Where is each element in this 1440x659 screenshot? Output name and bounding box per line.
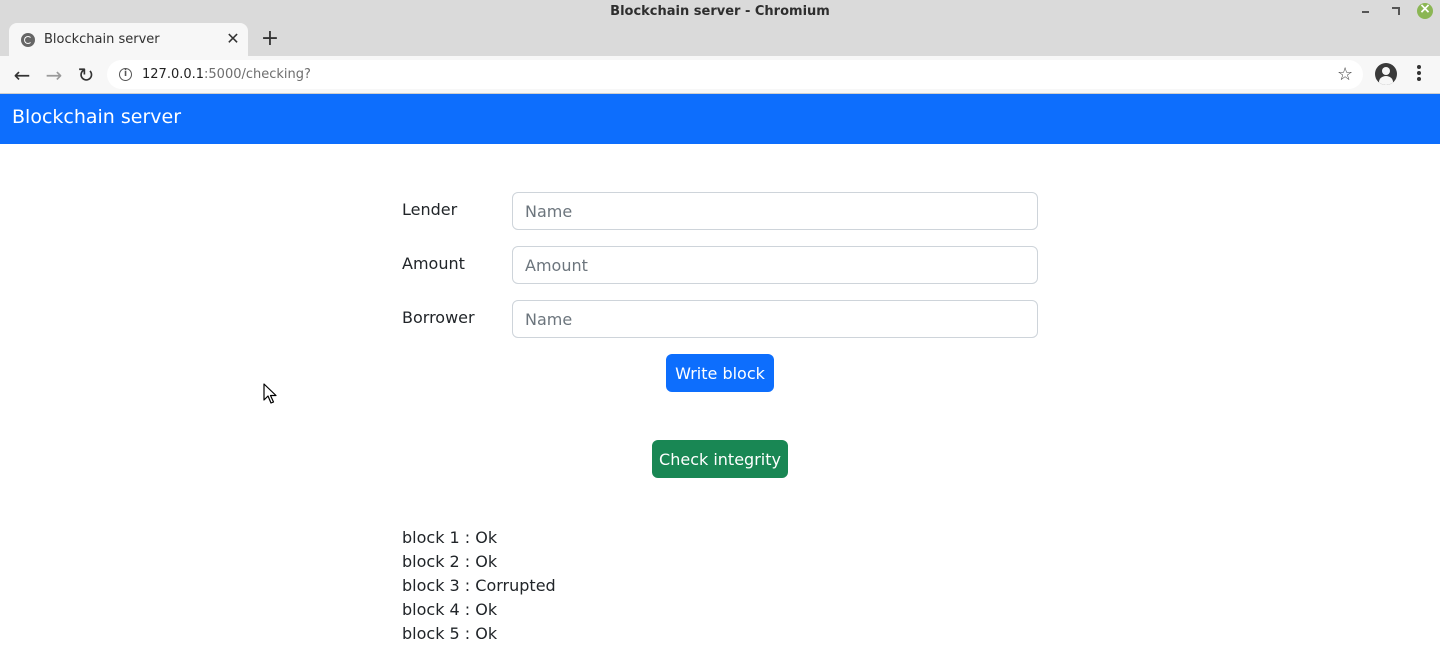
window-titlebar: Blockchain server - Chromium: [0, 0, 1440, 22]
bookmark-star-icon[interactable]: ☆: [1337, 64, 1353, 85]
result-line: block 2 : Ok: [402, 552, 498, 571]
amount-label: Amount: [402, 254, 465, 273]
amount-input[interactable]: [512, 246, 1038, 284]
back-arrow-icon[interactable]: ←: [9, 62, 35, 88]
borrower-label: Borrower: [402, 308, 475, 327]
result-line: block 5 : Ok: [402, 624, 498, 643]
url-path: :5000/checking?: [204, 67, 311, 82]
tab-strip: Blockchain server ✕ +: [0, 22, 1440, 56]
forward-arrow-icon[interactable]: →: [41, 62, 67, 88]
site-info-icon[interactable]: i: [119, 68, 132, 81]
mouse-pointer-icon: [263, 383, 277, 404]
reload-icon[interactable]: ↻: [73, 62, 99, 88]
lender-label: Lender: [402, 200, 458, 219]
browser-toolbar: ← → ↻ i 127.0.0.1:5000/checking? ☆: [0, 56, 1440, 94]
globe-icon: [21, 33, 35, 47]
url-text[interactable]: 127.0.0.1:5000/checking?: [142, 67, 311, 82]
tab-blockchain-server[interactable]: Blockchain server ✕: [9, 23, 248, 56]
tab-close-icon[interactable]: ✕: [223, 29, 243, 49]
check-integrity-button[interactable]: Check integrity: [652, 440, 788, 478]
address-bar[interactable]: i 127.0.0.1:5000/checking? ☆: [107, 60, 1363, 89]
url-host: 127.0.0.1: [142, 67, 205, 82]
write-block-button[interactable]: Write block: [666, 354, 774, 392]
result-line: block 4 : Ok: [402, 600, 498, 619]
tab-title: Blockchain server: [44, 32, 160, 47]
kebab-menu-icon[interactable]: [1409, 65, 1429, 85]
navbar-brand[interactable]: Blockchain server: [12, 106, 181, 128]
site-navbar: Blockchain server: [0, 94, 1440, 144]
integrity-results: block 1 : Ok block 2 : Ok block 3 : Corr…: [402, 526, 556, 646]
borrower-input[interactable]: [512, 300, 1038, 338]
close-window-icon[interactable]: [1417, 1, 1433, 19]
result-line: block 1 : Ok: [402, 528, 498, 547]
window-title: Blockchain server - Chromium: [610, 4, 830, 19]
maximize-icon[interactable]: [1387, 3, 1403, 19]
new-tab-icon[interactable]: +: [258, 27, 282, 51]
lender-input[interactable]: [512, 192, 1038, 230]
profile-avatar-icon[interactable]: [1375, 63, 1397, 85]
result-line: block 3 : Corrupted: [402, 576, 556, 595]
minimize-icon[interactable]: [1358, 3, 1374, 19]
